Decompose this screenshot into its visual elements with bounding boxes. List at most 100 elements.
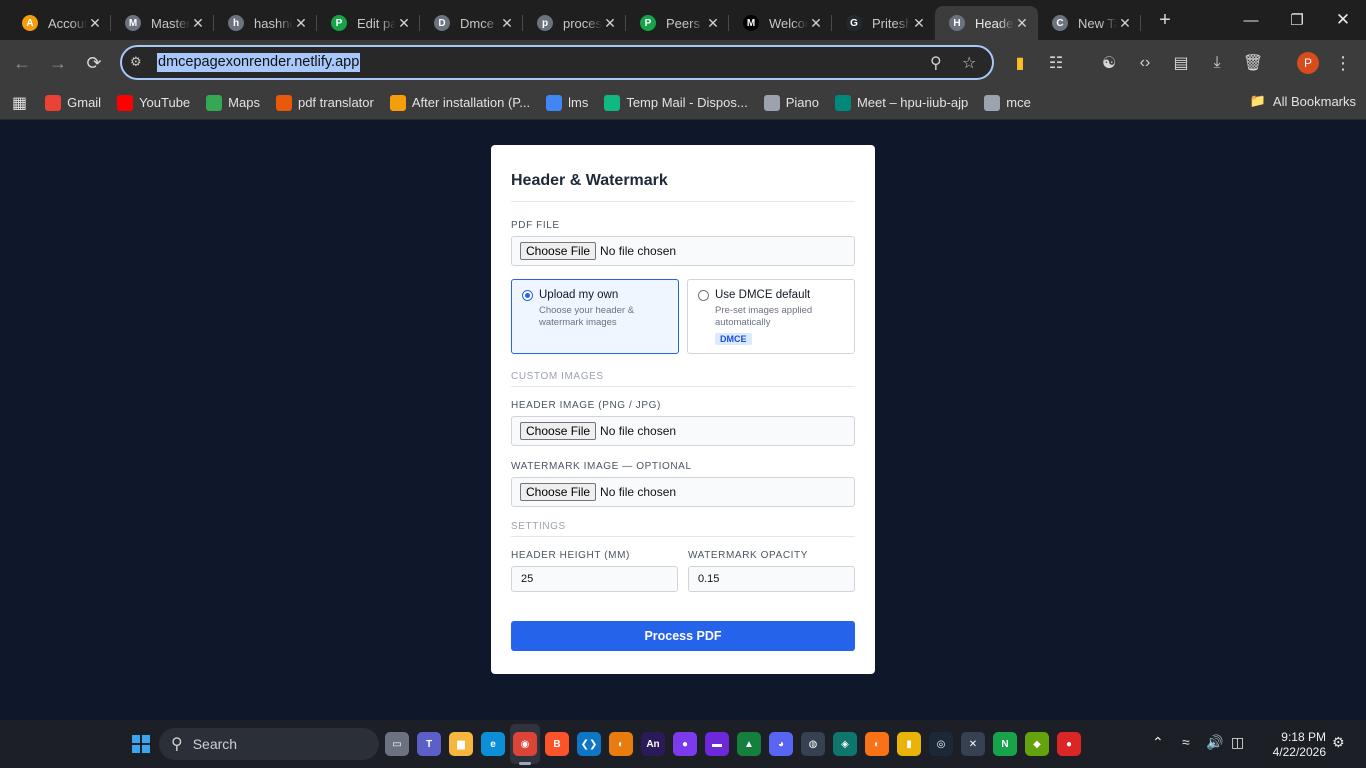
download-icon[interactable]: ⤓ [1206,52,1228,74]
site-settings-icon[interactable]: ⚙ [130,54,142,70]
header-height-input[interactable]: 25 [511,566,678,592]
close-tab-icon[interactable]: ✕ [602,15,618,32]
bookmark-item[interactable]: mce [984,94,1031,111]
app-10-icon[interactable]: ● [673,732,697,756]
address-bar[interactable]: ⚙ dmcepagexonrender.netlify.app ⚲ ☆ [120,45,994,80]
close-tab-icon[interactable]: ✕ [87,15,103,32]
app-20-icon[interactable]: N [993,732,1017,756]
browser-tab[interactable]: h hashnode✕ [214,6,317,40]
bookmark-item[interactable]: Maps [206,94,260,111]
app-19-icon[interactable]: ✕ [961,732,985,756]
close-tab-icon[interactable]: ✕ [705,15,721,32]
browser-tab[interactable]: H Header ✕ [935,6,1038,40]
apps-grid-icon[interactable]: ▦ [12,93,27,113]
app-21-icon[interactable]: ◆ [1025,732,1049,756]
browser-tab[interactable]: M Welcome✕ [729,6,832,40]
new-tab-button[interactable]: + [1151,9,1179,32]
profile-avatar[interactable]: P [1297,52,1319,74]
close-tab-icon[interactable]: ✕ [1014,15,1030,32]
close-tab-icon[interactable]: ✕ [293,15,309,32]
settings-heading: SETTINGS [511,521,566,532]
browser-tab[interactable]: M Master ✕ [111,6,214,40]
menu-icon[interactable]: ⋮ [1332,52,1354,74]
close-tab-icon[interactable]: ✕ [808,15,824,32]
all-bookmarks-button[interactable]: 📁 All Bookmarks [1250,93,1356,109]
zoom-icon[interactable]: ⚲ [930,53,942,73]
trash-icon[interactable]: 🗑 [1242,52,1264,74]
animate-icon[interactable]: An [641,732,665,756]
bookmark-item[interactable]: pdf translator [275,94,374,111]
radio-upload-own[interactable] [522,290,533,301]
task-view-icon[interactable]: ▭ [385,732,409,756]
app-16-icon[interactable]: ◐ [865,732,889,756]
notification-icon[interactable]: ⚙ [1332,734,1345,751]
edge-icon[interactable]: e [481,732,505,756]
file-explorer-icon[interactable]: ▆ [449,732,473,756]
close-tab-icon[interactable]: ✕ [911,15,927,32]
close-tab-icon[interactable]: ✕ [499,15,515,32]
app-15-icon[interactable]: ◈ [833,732,857,756]
discord-icon[interactable]: ◕ [769,732,793,756]
close-tab-icon[interactable]: ✕ [396,15,412,32]
chrome-icon[interactable]: ◉ [513,732,537,756]
bookmark-item[interactable]: Meet – hpu-iiub-ajp [834,94,968,111]
close-window-button[interactable]: ✕ [1320,0,1366,40]
choose-pdf-button[interactable]: Choose File [520,242,597,260]
watermark-opacity-input[interactable]: 0.15 [688,566,855,592]
pdf-file-input[interactable]: Choose File No file chosen [511,236,855,266]
steam-icon[interactable]: ◎ [929,732,953,756]
url-text[interactable]: dmcepagexonrender.netlify.app [157,53,361,72]
watermark-image-input[interactable]: Choose File No file chosen [511,477,855,507]
blender-icon[interactable]: ◐ [609,732,633,756]
browser-tab[interactable]: P Peers ✕ [626,6,729,40]
wifi-icon[interactable]: ≈ [1182,734,1190,750]
choose-watermark-button[interactable]: Choose File [520,483,597,501]
extensions-icon[interactable]: ☷ [1045,52,1067,74]
battery-icon[interactable]: ◫ [1231,734,1244,751]
bookmark-item[interactable]: Gmail [45,94,101,111]
bookmark-item[interactable]: After installation (P... [389,94,530,111]
app-11-icon[interactable]: ▬ [705,732,729,756]
browser-tab[interactable]: G Pritesh ✕ [832,6,935,40]
bookmark-item[interactable]: Temp Mail - Dispos... [604,94,748,111]
brave-icon[interactable]: B [545,732,569,756]
bookmark-item[interactable]: Piano [763,94,819,111]
option-upload-own[interactable]: Upload my own Choose your header & water… [511,279,679,354]
minimize-button[interactable]: — [1228,0,1274,40]
back-button[interactable]: ← [10,51,34,75]
windows-start-icon[interactable] [132,735,150,753]
browser-tab[interactable]: D Dmce ✕ [420,6,523,40]
vscode-icon[interactable]: ❮❯ [577,732,601,756]
browser-tab[interactable]: p process✕ [523,6,626,40]
choose-header-button[interactable]: Choose File [520,422,597,440]
bookmark-item[interactable]: YouTube [117,94,190,111]
close-tab-icon[interactable]: ✕ [1117,15,1133,32]
browser-tab[interactable]: A Account✕ [8,6,111,40]
incognito-icon[interactable]: ☯ [1098,52,1120,74]
bookmark-item[interactable]: lms [546,94,588,111]
bookmark-star-icon[interactable]: ☆ [962,53,976,73]
browser-tab[interactable]: P Edit page✕ [317,6,420,40]
reload-button[interactable]: ⟳ [82,51,106,75]
process-pdf-button[interactable]: Process PDF [511,621,855,651]
teams-icon[interactable]: T [417,732,441,756]
extension-pin-icon[interactable]: ▮ [1009,52,1031,74]
volume-icon[interactable]: 🔊 [1206,734,1223,751]
app-22-icon[interactable]: ● [1057,732,1081,756]
app-14-icon[interactable]: ◍ [801,732,825,756]
option-dmce-default[interactable]: Use DMCE default Pre-set images applied … [687,279,855,354]
restore-button[interactable]: ❐ [1274,0,1320,40]
close-tab-icon[interactable]: ✕ [190,15,206,32]
radio-dmce-default[interactable] [698,290,709,301]
tab-title: Peers [666,15,700,31]
clock[interactable]: 9:18 PM 4/22/2026 [1262,730,1326,760]
chevron-up-icon[interactable]: ⌃ [1152,734,1164,751]
taskbar-search[interactable]: ⚲ Search [159,728,379,760]
power-bi-icon[interactable]: ▮ [897,732,921,756]
header-image-input[interactable]: Choose File No file chosen [511,416,855,446]
browser-tab[interactable]: C New Tab✕ [1038,6,1141,40]
side-panel-icon[interactable]: ▤ [1170,52,1192,74]
app-12-icon[interactable]: ▲ [737,732,761,756]
forward-button[interactable]: → [46,51,70,75]
devtools-icon[interactable]: ‹› [1134,52,1156,74]
